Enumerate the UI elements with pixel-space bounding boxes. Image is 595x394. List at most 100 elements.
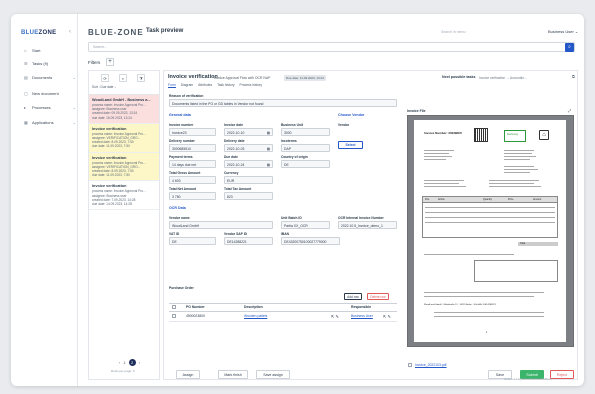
current-page-button[interactable]: 2 (128, 359, 136, 366)
task-list: ⟳ ⌕ ⧩ Sort : Due date ↓ WoodLand GmbH - … (88, 70, 160, 380)
ocr-internal-number-label: OCR Internal Invoice Number (338, 216, 384, 220)
sidebar-item-processes[interactable]: ▸ Processes ⌄ (24, 105, 76, 110)
tasks-icon: ☰ (24, 60, 28, 66)
task-item[interactable]: Invoice verification process name: Invoic… (89, 181, 159, 211)
delete-row-button[interactable]: Delete row (367, 293, 389, 300)
file-checkbox[interactable] (408, 363, 412, 367)
ocr-internal-number-field[interactable]: 2022.10.5_Invoice_demo_1 (338, 221, 397, 229)
task-item[interactable]: WoodLand GmbH - Business a... process nam… (89, 95, 159, 124)
responsible-link[interactable]: Business User (351, 314, 373, 318)
vat-id-field[interactable]: DE (169, 237, 216, 245)
description-header: Description (244, 305, 263, 309)
select-all-checkbox[interactable] (172, 305, 176, 309)
select-vendor-button[interactable]: Select (338, 141, 363, 149)
ocr-data-heading: OCR Data (169, 206, 186, 210)
logo: BLUEZONE (21, 30, 57, 36)
doc-table: Pos. Article Quantity Price Amount (422, 196, 558, 238)
unit-batch-field[interactable]: Partia XX_OCR (281, 221, 330, 229)
vendor-name-label: Vendor name (169, 216, 190, 220)
filter-icon[interactable]: ⧩ (137, 74, 145, 82)
rows-per-page[interactable]: Rows per page: 5 (111, 369, 135, 373)
page-button[interactable]: 1 (123, 360, 125, 365)
task-detail: due date: 11.09.2023, 7:50 (92, 173, 130, 178)
next-tasks-label: Next possible tasks (442, 75, 476, 79)
next-page-button[interactable]: › (139, 360, 140, 365)
filters-label: Filters (88, 60, 101, 65)
tab-process-history[interactable]: Process history (240, 83, 263, 88)
prev-page-button[interactable]: ‹ (119, 360, 120, 365)
reason-field[interactable]: Documents listed in the PO or GD tables … (169, 99, 397, 107)
search-button[interactable]: ⌕ (565, 43, 574, 52)
incoterms-label: Incoterms (281, 139, 297, 143)
process-name: Invoice Approval Flow with OCR NAP (214, 75, 271, 80)
iban-field[interactable]: DE43200750100027779000 (281, 237, 340, 245)
reject-button[interactable]: Reject (550, 370, 574, 379)
tab-diagram[interactable]: Diagram (181, 83, 193, 88)
total-tax-field[interactable]: 823 (224, 192, 273, 200)
assign-button[interactable]: Assign (176, 370, 200, 379)
due-date-badge: Due date: 11.09.2023, 13:24 (284, 74, 326, 81)
preview-label: Invoice File (407, 109, 426, 113)
invoice-document-page: Invoice Number: 2022BD/6 Rechnung ⌂ Pos.… (414, 120, 566, 342)
payment-terms-field[interactable]: 14 days due net (169, 160, 216, 168)
add-row-button[interactable]: Add row (344, 293, 362, 300)
unit-batch-label: Unit Batch ID (281, 216, 302, 220)
edit-icon[interactable]: ⇱ ✎ (383, 314, 391, 319)
save-assign-button[interactable]: Save assign (256, 370, 290, 379)
add-filter-button[interactable]: + (106, 58, 114, 66)
task-item[interactable]: Invoice verification process name: Invoic… (89, 152, 159, 182)
invoice-date-field[interactable]: 2022-10-10 ▦ (224, 128, 273, 136)
calendar-icon[interactable]: ▦ (267, 163, 270, 167)
due-date-field[interactable]: 2022-10-24 ▦ (224, 160, 273, 168)
total-gross-field[interactable]: 4 603 (169, 176, 216, 184)
invoice-number-field[interactable]: Invoice23 (169, 128, 216, 136)
business-unit-field[interactable]: 3000 (281, 128, 330, 136)
delivery-number-field[interactable]: 3000685510 (169, 144, 216, 152)
pdf-file-link[interactable]: Invoice_2022103.pdf (415, 363, 446, 367)
pagination: ‹ 1 2 › (119, 359, 140, 366)
vendor-label: Vendor (338, 123, 350, 127)
menu-search[interactable]: Search in menu (441, 30, 466, 34)
refresh-icon[interactable]: ⟳ (101, 74, 109, 82)
delivery-date-field[interactable]: 2022-10-03 ▦ (224, 144, 273, 152)
sort-dropdown[interactable]: Sort : Due date ↓ (92, 85, 116, 89)
calendar-icon[interactable]: ▦ (267, 131, 270, 135)
pdf-preview[interactable]: Invoice Number: 2022BD/6 Rechnung ⌂ Pos.… (407, 115, 574, 347)
sidebar-item-applications[interactable]: ▦ Applications ⌄ (24, 120, 76, 125)
country-field[interactable]: DE (281, 160, 330, 168)
total-gross-label: Total Gross Amount (169, 171, 201, 175)
description-link[interactable]: Wooden pallets (244, 314, 267, 318)
divider (169, 303, 397, 304)
calendar-icon[interactable]: ▦ (267, 147, 270, 151)
sidebar: BLUEZONE ‹ ⌂ Start ☰ Tasks (9) ▤ Documents ⌄… (11, 14, 78, 386)
documents-icon: ▤ (24, 74, 28, 80)
search-icon[interactable]: ⌕ (119, 74, 127, 82)
task-items: WoodLand GmbH - Business a... process nam… (89, 95, 159, 211)
stamp-icon: Rechnung (504, 130, 526, 142)
task-item[interactable]: Invoice verification process name: Invoic… (89, 123, 159, 153)
chevron-down-icon: ⌄ (72, 75, 76, 80)
vendor-sap-field[interactable]: DE14288221 (224, 237, 273, 245)
doc-page-number: 1 (486, 331, 488, 334)
close-icon[interactable]: ⧉ (572, 74, 575, 79)
mark-finish-button[interactable]: Mark finish (218, 370, 248, 379)
expand-icon[interactable]: ⤢ (568, 108, 571, 113)
page-title: Task preview (146, 28, 184, 34)
tab-form[interactable]: Form (168, 83, 176, 88)
brand-title: BLUE-ZONE (88, 28, 144, 37)
open-external-icon[interactable]: ⇱ ✎ (331, 314, 339, 319)
total-net-field[interactable]: 3 780 (169, 192, 216, 200)
row-checkbox[interactable] (172, 314, 176, 318)
user-menu[interactable]: Business User ⌄ (548, 29, 578, 34)
search-input[interactable]: Search... (88, 42, 575, 52)
sidebar-item-new-document[interactable]: ▢ New document (24, 91, 76, 96)
incoterms-field[interactable]: DAP (281, 144, 330, 152)
sidebar-item-documents[interactable]: ▤ Documents ⌄ (24, 75, 76, 80)
sidebar-item-start[interactable]: ⌂ Start (24, 48, 76, 53)
collapse-sidebar-icon[interactable]: ‹ (69, 29, 71, 35)
sidebar-item-tasks[interactable]: ☰ Tasks (9) (24, 61, 76, 66)
tab-attributes[interactable]: Attributes (198, 83, 212, 88)
tab-task-history[interactable]: Task history (217, 83, 234, 88)
currency-field[interactable]: EUR (224, 176, 273, 184)
vendor-name-field[interactable]: WoodLand GmbH (169, 221, 273, 229)
